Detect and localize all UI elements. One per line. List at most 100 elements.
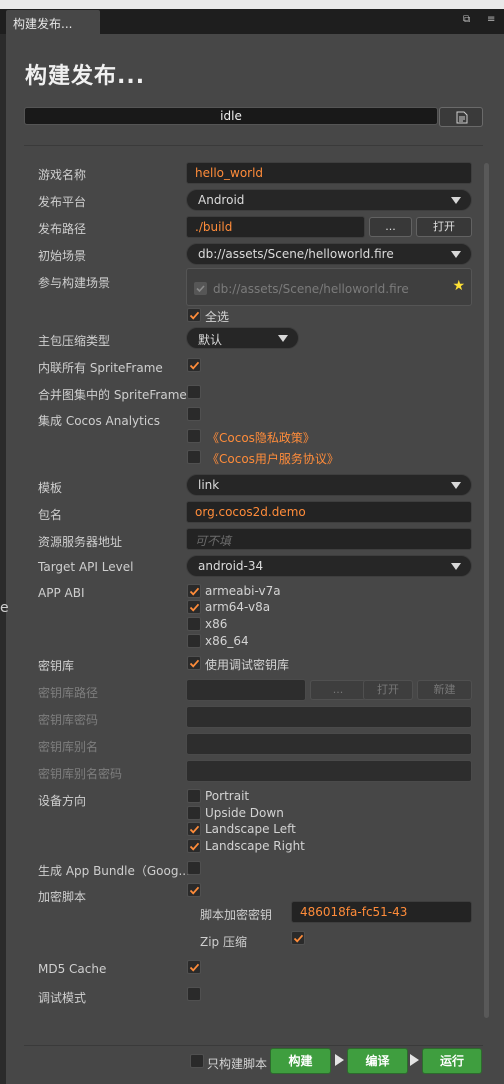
md5-cache-label: MD5 Cache <box>38 962 107 976</box>
check-icon <box>189 825 200 834</box>
orientation-landscape-left-label: Landscape Left <box>205 822 296 836</box>
md5-cache-checkbox[interactable] <box>187 960 201 974</box>
keystore-label: 密钥库 <box>38 659 75 673</box>
encrypt-key-label: 脚本加密密钥 <box>200 908 273 922</box>
encrypt-key-input[interactable]: 486018fa-fc51-43 <box>291 901 472 923</box>
scene-item-label: db://assets/Scene/helloworld.fire <box>213 282 409 296</box>
check-icon <box>189 361 200 370</box>
abi-armeabi-checkbox[interactable] <box>187 584 201 598</box>
build-path-browse-button[interactable]: ... <box>369 217 412 237</box>
abi-x86-label: x86 <box>205 617 228 631</box>
check-icon <box>189 886 200 895</box>
run-button[interactable]: 运行 <box>422 1048 482 1074</box>
build-path-open-button[interactable]: 打开 <box>416 217 472 237</box>
build-button[interactable]: 构建 <box>270 1048 331 1074</box>
keystore-alias-label: 密钥库别名 <box>38 740 99 754</box>
debug-mode-checkbox[interactable] <box>187 987 201 1001</box>
check-icon <box>189 311 200 320</box>
keystore-path-label: 密钥库路径 <box>38 686 99 700</box>
check-icon <box>189 659 200 668</box>
zip-compress-label: Zip 压缩 <box>200 935 247 949</box>
package-label: 包名 <box>38 508 63 522</box>
edge-text: e <box>0 600 9 616</box>
encrypt-js-label: 加密脚本 <box>38 890 87 904</box>
terms-checkbox[interactable] <box>187 450 201 464</box>
abi-x86-checkbox[interactable] <box>187 617 201 631</box>
start-scene-select[interactable]: db://assets/Scene/helloworld.fire <box>186 243 472 265</box>
document-icon <box>456 111 468 124</box>
orientation-portrait-checkbox[interactable] <box>187 789 201 803</box>
keystore-alias-password-input[interactable] <box>186 760 472 782</box>
select-all-checkbox[interactable] <box>187 308 201 322</box>
orientation-upside-down-label: Upside Down <box>205 806 284 820</box>
keystore-password-input[interactable] <box>186 706 472 728</box>
target-api-value: android-34 <box>198 559 264 573</box>
check-icon <box>293 934 304 943</box>
build-path-label: 发布路径 <box>38 222 87 236</box>
keystore-alias-input[interactable] <box>186 733 472 755</box>
platform-select[interactable]: Android <box>186 189 472 211</box>
abi-arm64-checkbox[interactable] <box>187 600 201 614</box>
compression-select[interactable]: 默认 <box>186 327 299 349</box>
compile-button[interactable]: 编译 <box>347 1048 408 1074</box>
keystore-browse-button[interactable]: ... <box>310 680 366 700</box>
orientation-label: 设备方向 <box>38 794 87 808</box>
inline-spriteframe-checkbox[interactable] <box>187 358 201 372</box>
keystore-alias-password-label: 密钥库别名密码 <box>38 767 123 781</box>
check-icon <box>189 963 200 972</box>
page-title: 构建发布... <box>25 64 146 89</box>
chevron-down-icon <box>451 563 461 570</box>
abi-arm64-label: arm64-v8a <box>205 600 271 614</box>
footer-divider <box>24 1045 483 1046</box>
tab-menu-icon[interactable]: ≡ <box>487 14 495 25</box>
app-bundle-checkbox[interactable] <box>187 861 201 875</box>
open-log-button[interactable] <box>439 107 483 127</box>
encrypt-js-checkbox[interactable] <box>187 883 201 897</box>
keystore-open-button[interactable]: 打开 <box>363 680 413 700</box>
scene-checkbox[interactable] <box>194 282 207 295</box>
game-name-label: 游戏名称 <box>38 168 87 182</box>
star-icon[interactable]: ★ <box>452 278 465 294</box>
orientation-upside-down-checkbox[interactable] <box>187 806 201 820</box>
terms-link[interactable]: 《Cocos用户服务协议》 <box>207 450 339 467</box>
res-server-label: 资源服务器地址 <box>38 535 123 549</box>
use-debug-keystore-label: 使用调试密钥库 <box>205 658 290 672</box>
zip-compress-checkbox[interactable] <box>291 931 305 945</box>
use-debug-keystore-checkbox[interactable] <box>187 656 201 670</box>
merge-spriteframe-label: 合并图集中的 SpriteFrame <box>38 388 187 402</box>
tab-build-publish[interactable]: 构建发布... <box>6 10 100 34</box>
scenes-label: 参与构建场景 <box>38 276 111 290</box>
platform-label: 发布平台 <box>38 195 87 209</box>
popout-icon[interactable]: ⧉ <box>463 14 470 25</box>
vertical-scrollbar[interactable] <box>484 163 489 1018</box>
start-scene-value: db://assets/Scene/helloworld.fire <box>198 247 394 261</box>
abi-x86_64-checkbox[interactable] <box>187 634 201 648</box>
keystore-path-input[interactable] <box>186 679 306 701</box>
build-path-input[interactable]: ./build <box>186 216 365 238</box>
orientation-landscape-right-checkbox[interactable] <box>187 839 201 853</box>
orientation-landscape-right-label: Landscape Right <box>205 839 305 853</box>
privacy-policy-link[interactable]: 《Cocos隐私政策》 <box>207 429 315 446</box>
privacy-checkbox[interactable] <box>187 429 201 443</box>
template-select[interactable]: link <box>186 474 472 496</box>
template-value: link <box>198 478 220 492</box>
abi-armeabi-label: armeabi-v7a <box>205 584 281 598</box>
target-api-label: Target API Level <box>38 560 134 574</box>
chevron-down-icon <box>451 251 461 258</box>
keystore-new-button[interactable]: 新建 <box>417 680 472 700</box>
analytics-checkbox[interactable] <box>187 407 201 421</box>
res-server-input[interactable]: 可不填 <box>186 528 472 550</box>
merge-spriteframe-checkbox[interactable] <box>187 385 201 399</box>
build-status-bar: idle <box>24 107 438 125</box>
analytics-label: 集成 Cocos Analytics <box>38 414 161 428</box>
check-icon <box>196 285 205 293</box>
keystore-password-label: 密钥库密码 <box>38 713 99 727</box>
orientation-landscape-left-checkbox[interactable] <box>187 822 201 836</box>
only-script-checkbox[interactable] <box>190 1054 204 1068</box>
target-api-select[interactable]: android-34 <box>186 555 472 577</box>
package-input[interactable]: org.cocos2d.demo <box>186 501 472 523</box>
scene-list: db://assets/Scene/helloworld.fire ★ <box>186 268 472 306</box>
select-all-label: 全选 <box>205 310 230 324</box>
game-name-input[interactable]: hello_world <box>186 162 472 184</box>
only-script-label: 只构建脚本 <box>207 1057 268 1071</box>
